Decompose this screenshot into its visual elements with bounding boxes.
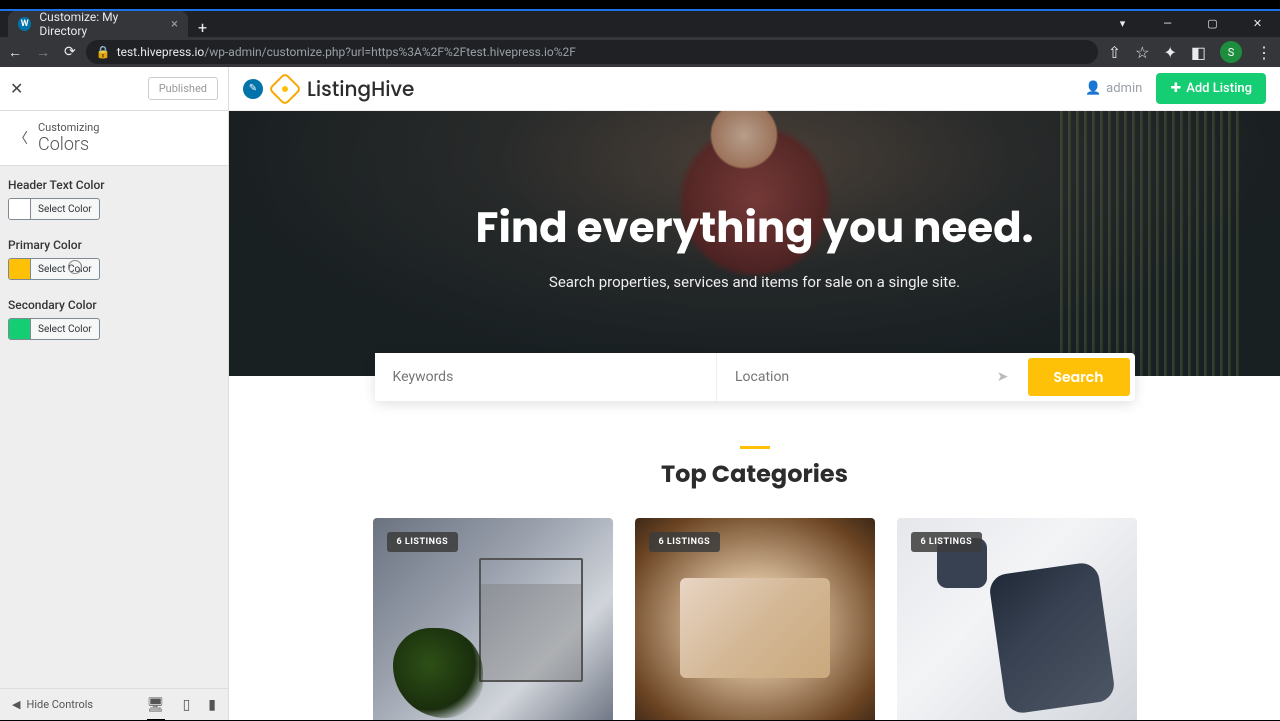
customizer-panel: ✕ Published 〈 Customizing Colors Header …: [0, 67, 229, 720]
tab-title: Customize: My Directory: [39, 10, 163, 38]
caret-down-icon[interactable]: ▾: [1100, 9, 1145, 37]
site-title[interactable]: ListingHive: [307, 74, 414, 104]
site-preview: ✎ ListingHive 👤 admin ✚ Add Listing Find…: [229, 67, 1280, 720]
back-section-icon[interactable]: 〈: [14, 128, 28, 148]
menu-dots-icon[interactable]: ⋮: [1256, 43, 1272, 62]
search-bar: ➤ Search: [375, 353, 1135, 401]
hero-section: Find everything you need. Search propert…: [229, 111, 1280, 376]
swatch-icon: [9, 259, 31, 279]
collapse-icon: ◀: [12, 698, 20, 711]
add-listing-button[interactable]: ✚ Add Listing: [1156, 73, 1266, 104]
reload-icon[interactable]: ⟳: [64, 44, 76, 60]
admin-user-link[interactable]: 👤 admin: [1085, 81, 1142, 96]
title-accent: [740, 446, 770, 449]
listings-count-badge: 6 LISTINGS: [387, 532, 459, 552]
search-button[interactable]: Search: [1028, 358, 1130, 396]
header-text-color-picker[interactable]: Select Color: [8, 198, 100, 220]
share-icon[interactable]: ⇧: [1108, 43, 1121, 62]
category-card[interactable]: 6 LISTINGS: [373, 518, 613, 720]
location-input[interactable]: [717, 369, 1023, 385]
secondary-color-picker[interactable]: Select Color: [8, 318, 100, 340]
primary-color-label: Primary Color: [8, 238, 220, 252]
profile-avatar[interactable]: S: [1220, 41, 1242, 63]
listings-count-badge: 6 LISTINGS: [649, 532, 721, 552]
new-tab-button[interactable]: +: [188, 18, 217, 37]
locate-icon[interactable]: ➤: [997, 369, 1009, 385]
hero-subtitle: Search properties, services and items fo…: [549, 273, 960, 291]
minimize-icon[interactable]: ―: [1145, 9, 1190, 37]
user-icon: 👤: [1085, 81, 1101, 96]
bookmark-icon[interactable]: ☆: [1135, 43, 1149, 62]
browser-tab[interactable]: W Customize: My Directory ×: [8, 11, 188, 37]
close-customizer-icon[interactable]: ✕: [10, 79, 23, 98]
header-text-color-label: Header Text Color: [8, 178, 220, 192]
maximize-icon[interactable]: ▢: [1190, 9, 1235, 37]
site-logo-icon[interactable]: [268, 72, 302, 106]
tablet-preview-icon[interactable]: ▯: [183, 697, 191, 713]
browser-tabstrip: W Customize: My Directory × + ▾ ― ▢ ✕: [0, 9, 1280, 37]
primary-color-picker[interactable]: Select Color: [8, 258, 100, 280]
swatch-icon: [9, 199, 31, 219]
browser-address-bar: ← → ⟳ 🔒 test.hivepress.io/wp-admin/custo…: [0, 37, 1280, 67]
hero-title: Find everything you need.: [475, 196, 1033, 259]
tab-close-icon[interactable]: ×: [171, 17, 178, 32]
close-window-icon[interactable]: ✕: [1235, 9, 1280, 37]
lock-icon: 🔒: [96, 45, 111, 59]
plus-icon: ✚: [1170, 81, 1181, 96]
desktop-preview-icon[interactable]: 🖥: [147, 697, 165, 721]
back-icon[interactable]: ←: [8, 44, 22, 61]
mobile-preview-icon[interactable]: ▮: [208, 697, 216, 713]
swatch-icon: [9, 319, 31, 339]
listings-count-badge: 6 LISTINGS: [911, 532, 983, 552]
categories-grid: 6 LISTINGS 6 LISTINGS 6 LISTINGS: [229, 518, 1280, 720]
sidepanel-icon[interactable]: ◧: [1191, 43, 1206, 62]
category-card[interactable]: 6 LISTINGS: [897, 518, 1137, 720]
wordpress-favicon: W: [18, 17, 31, 31]
crumb-sub: Customizing: [38, 121, 99, 134]
url-field[interactable]: 🔒 test.hivepress.io/wp-admin/customize.p…: [86, 40, 1098, 64]
hide-controls-button[interactable]: ◀ Hide Controls: [12, 698, 93, 711]
extensions-icon[interactable]: ✦: [1163, 43, 1176, 62]
forward-icon[interactable]: →: [36, 44, 50, 61]
keywords-input[interactable]: [375, 353, 718, 401]
top-categories-heading: Top Categories: [229, 457, 1280, 492]
site-header: ✎ ListingHive 👤 admin ✚ Add Listing: [229, 67, 1280, 111]
secondary-color-label: Secondary Color: [8, 298, 220, 312]
crumb-title: Colors: [38, 134, 99, 155]
edit-shortcut-icon[interactable]: ✎: [243, 79, 263, 99]
publish-status-button[interactable]: Published: [148, 77, 218, 100]
category-card[interactable]: 6 LISTINGS: [635, 518, 875, 720]
